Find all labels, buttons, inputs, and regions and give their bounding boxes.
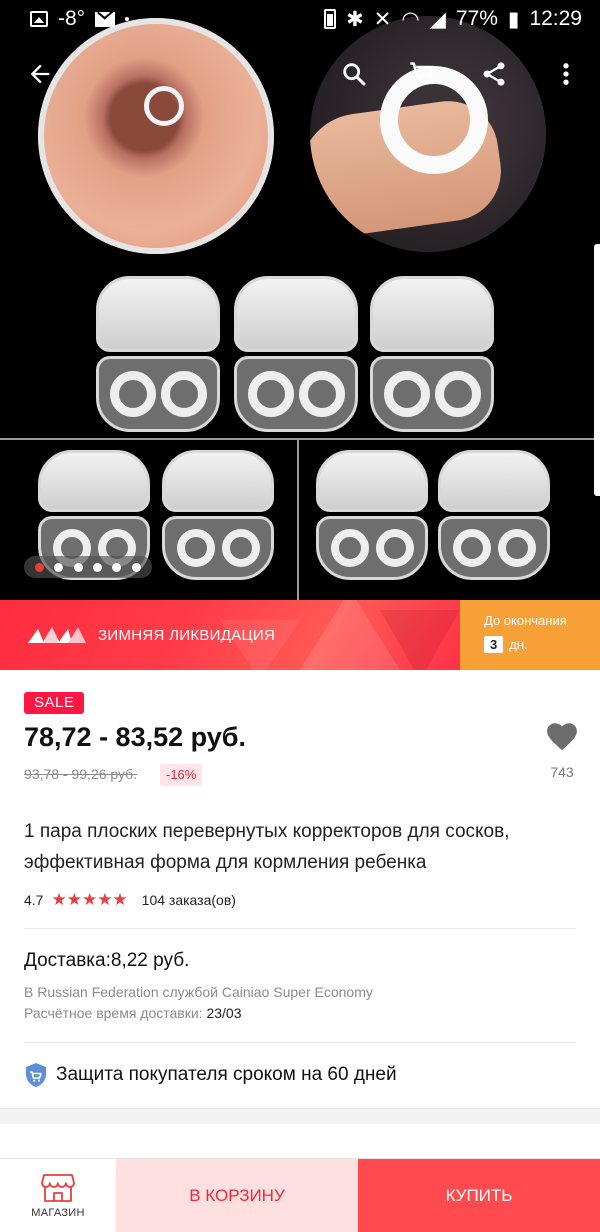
gallery-divider bbox=[297, 440, 299, 600]
promo-banner[interactable]: ЗИМНЯЯ ЛИКВИДАЦИЯ До окончания 3 дн. bbox=[0, 600, 600, 670]
buyer-protection-text: Защита покупателя сроком на 60 дней bbox=[56, 1064, 397, 1085]
product-photo-hand bbox=[310, 16, 546, 252]
corrector-ring-image bbox=[144, 86, 184, 126]
rating-stars-icon: ★★★★★ bbox=[51, 890, 128, 909]
scroll-handle[interactable] bbox=[594, 244, 600, 496]
store-icon bbox=[41, 1174, 75, 1202]
more-vertical-icon[interactable] bbox=[548, 56, 584, 92]
clock: 12:29 bbox=[529, 7, 582, 30]
pagination-dot[interactable] bbox=[93, 562, 103, 572]
promo-title: ЗИМНЯЯ ЛИКВИДАЦИЯ bbox=[98, 626, 276, 644]
delivery-eta: Расчётное время доставки: 23/03 bbox=[24, 1005, 242, 1021]
wishlist-count: 743 bbox=[550, 764, 574, 780]
buy-now-button[interactable]: КУПИТЬ bbox=[358, 1159, 600, 1232]
product-photo-in-use bbox=[38, 18, 274, 254]
promo-logo-icon bbox=[28, 627, 86, 643]
gallery-pagination-dots[interactable] bbox=[24, 556, 152, 578]
notification-dot-icon bbox=[125, 17, 130, 21]
storage-case-image bbox=[96, 276, 220, 432]
storage-case-image bbox=[316, 450, 428, 580]
back-arrow-icon[interactable] bbox=[22, 56, 58, 92]
storage-case-image bbox=[162, 450, 274, 580]
gallery-divider bbox=[0, 438, 600, 440]
section-separator bbox=[0, 1108, 600, 1124]
mute-icon: ✕ bbox=[373, 7, 392, 31]
countdown-unit: дн. bbox=[509, 637, 528, 652]
divider bbox=[24, 928, 576, 929]
bluetooth-icon: ✱ bbox=[346, 7, 364, 31]
battery-icon: ▮ bbox=[507, 7, 520, 31]
price: 78,72 - 83,52 руб. bbox=[24, 722, 246, 752]
pagination-dot[interactable] bbox=[35, 562, 45, 572]
rating-value: 4.7 bbox=[24, 892, 44, 908]
store-button[interactable]: МАГАЗИН bbox=[0, 1159, 116, 1232]
delivery-eta-value: 23/03 bbox=[206, 1005, 242, 1021]
bottom-action-bar: МАГАЗИН В КОРЗИНУ КУПИТЬ bbox=[0, 1158, 600, 1232]
storage-case-image bbox=[234, 276, 358, 432]
product-title: 1 пара плоских перевернутых корректоров … bbox=[24, 821, 510, 873]
promo-countdown: До окончания 3 дн. bbox=[460, 600, 600, 670]
pagination-dot[interactable] bbox=[54, 562, 64, 572]
search-icon[interactable] bbox=[336, 56, 372, 92]
status-bar: -8° ✱ ✕ ◠ ◢ 77% ▮ 12:29 bbox=[0, 0, 600, 38]
add-to-cart-button[interactable]: В КОРЗИНУ bbox=[116, 1159, 358, 1232]
buyer-protection[interactable]: Защита покупателя сроком на 60 дней bbox=[24, 1062, 397, 1088]
countdown-days: 3 bbox=[484, 636, 504, 653]
orders-count: 104 заказа(ов) bbox=[141, 892, 236, 908]
battery-percent: 77% bbox=[455, 7, 498, 30]
promo-main: ЗИМНЯЯ ЛИКВИДАЦИЯ bbox=[0, 600, 460, 670]
product-image-gallery[interactable] bbox=[0, 0, 600, 600]
delivery-service: В Russian Federation службой Cainiao Sup… bbox=[24, 984, 373, 1000]
pagination-dot[interactable] bbox=[131, 562, 141, 572]
storage-case-image bbox=[370, 276, 494, 432]
rating-row[interactable]: 4.7 ★★★★★ 104 заказа(ов) bbox=[24, 890, 236, 910]
pagination-dot[interactable] bbox=[112, 562, 122, 572]
divider bbox=[24, 1042, 576, 1043]
temperature-text: -8° bbox=[58, 7, 86, 30]
countdown-label: До окончания bbox=[484, 613, 567, 628]
wifi-icon: ◠ bbox=[401, 7, 420, 31]
sale-badge: SALE bbox=[24, 692, 85, 714]
storage-case-image bbox=[438, 450, 550, 580]
delivery-cost[interactable]: Доставка:8,22 руб. bbox=[24, 950, 189, 972]
image-notification-icon bbox=[30, 11, 48, 27]
discount-badge: -16% bbox=[160, 764, 203, 786]
signal-icon: ◢ bbox=[429, 7, 446, 31]
mail-icon bbox=[95, 11, 116, 27]
cart-icon[interactable] bbox=[404, 56, 440, 92]
store-button-label: МАГАЗИН bbox=[31, 1207, 85, 1219]
battery-saver-icon bbox=[324, 9, 337, 29]
shield-icon bbox=[26, 1063, 46, 1087]
delivery-eta-label: Расчётное время доставки: bbox=[24, 1005, 203, 1021]
share-icon[interactable] bbox=[476, 56, 512, 92]
wishlist-heart-icon[interactable] bbox=[540, 720, 584, 757]
old-price: 93,78 - 99,26 руб. bbox=[24, 766, 138, 782]
pagination-dot[interactable] bbox=[73, 562, 83, 572]
